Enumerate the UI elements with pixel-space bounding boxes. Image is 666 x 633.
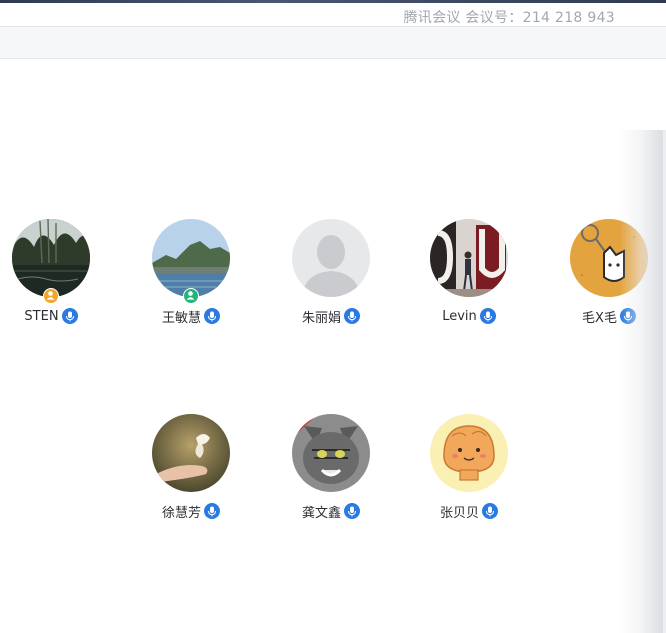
avatar [292, 414, 370, 492]
cohost-badge [183, 288, 199, 304]
host-badge [43, 288, 59, 304]
participant-name: 徐慧芳 [161, 505, 201, 521]
meeting-title: 腾讯会议 会议号：214 218 943 [403, 10, 615, 26]
default-avatar-icon [292, 219, 370, 297]
microphone-icon[interactable] [61, 308, 78, 324]
name-row: 朱丽娟 [276, 306, 386, 326]
avatar-person-sculpture [430, 219, 508, 297]
name-row: Levin [414, 306, 524, 326]
participant-name: 朱丽娟 [301, 310, 341, 326]
participant-tile[interactable]: 徐慧芳 [136, 414, 246, 534]
name-row: 张贝贝 [414, 501, 524, 521]
participant-tile[interactable]: Levin [414, 219, 524, 339]
participant-name: 张贝贝 [439, 505, 479, 521]
microphone-icon[interactable] [344, 503, 360, 519]
title-bar: 腾讯会议 会议号：214 218 943 [0, 3, 666, 27]
avatar [152, 414, 230, 492]
avatar-cat-face [292, 414, 370, 492]
participant-name: STEN [24, 308, 59, 324]
avatar [292, 219, 370, 297]
participant-name: 龚文鑫 [301, 505, 341, 521]
avatar [12, 219, 90, 297]
avatar-mountain-lake [152, 219, 230, 297]
avatar-hand-butterfly [152, 414, 230, 492]
participant-tile[interactable]: STEN [0, 219, 106, 339]
avatar [152, 219, 230, 297]
participant-name: 王敏慧 [161, 310, 201, 326]
side-panel-shadow [620, 130, 666, 633]
avatar [430, 414, 508, 492]
participant-name: Levin [442, 308, 477, 324]
toolbar [0, 27, 666, 59]
participant-name: 毛X毛 [582, 310, 617, 326]
participant-tile[interactable]: 张贝贝 [414, 414, 524, 534]
participant-tile[interactable]: 王敏慧 [136, 219, 246, 339]
participant-tile[interactable]: 龚文鑫 [276, 414, 386, 534]
name-row: 王敏慧 [136, 306, 246, 326]
avatar-landscape-lake [12, 219, 90, 297]
microphone-icon[interactable] [204, 503, 220, 519]
name-row: STEN [0, 306, 106, 326]
microphone-icon[interactable] [204, 308, 220, 324]
user-icon [46, 291, 55, 300]
microphone-icon[interactable] [344, 308, 360, 324]
name-row: 龚文鑫 [276, 501, 386, 521]
microphone-icon[interactable] [479, 308, 496, 324]
user-icon [186, 291, 195, 300]
avatar-cartoon-bun [430, 414, 508, 492]
avatar [430, 219, 508, 297]
microphone-icon[interactable] [482, 503, 498, 519]
name-row: 徐慧芳 [136, 501, 246, 521]
participant-tile[interactable]: 朱丽娟 [276, 219, 386, 339]
